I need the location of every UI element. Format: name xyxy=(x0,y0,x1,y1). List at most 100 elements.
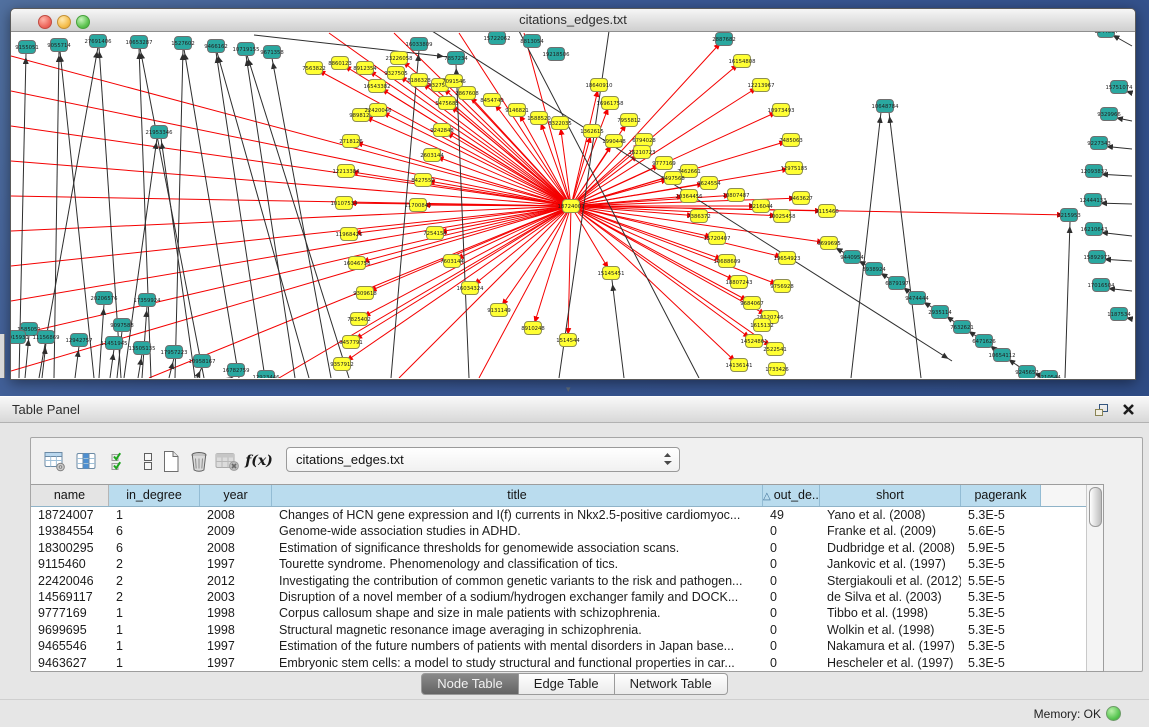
graph-node[interactable]: 21953346 xyxy=(146,126,174,139)
graph-node[interactable]: 16034324 xyxy=(457,282,485,295)
graph-node[interactable]: 23226058 xyxy=(386,52,414,65)
graph-node[interactable]: 6497568 xyxy=(661,172,685,185)
graph-node[interactable]: 9329966 xyxy=(1097,108,1121,121)
graph-node[interactable]: 12444133 xyxy=(1080,194,1107,207)
graph-node[interactable]: 7825402 xyxy=(347,313,371,326)
tab-network-table[interactable]: Network Table xyxy=(615,673,728,695)
table-row[interactable]: 946554611997Estimation of the future num… xyxy=(31,638,1087,654)
graph-node[interactable]: 7091546 xyxy=(442,75,466,88)
graph-node[interactable]: 9155051 xyxy=(15,41,39,54)
graph-node[interactable]: 6216044 xyxy=(749,200,773,213)
graph-node[interactable]: 9242848 xyxy=(430,124,454,137)
graph-node[interactable]: 10719155 xyxy=(233,43,260,56)
graph-node[interactable]: 8215953 xyxy=(1057,209,1081,222)
delete-column-icon[interactable] xyxy=(213,448,241,474)
graph-node[interactable]: 17016504 xyxy=(1088,279,1116,292)
float-panel-icon[interactable] xyxy=(1094,403,1109,422)
graph-node[interactable]: 16154808 xyxy=(729,55,757,68)
graph-node[interactable]: 16961758 xyxy=(597,97,625,110)
citation-network-graph[interactable]: 9155051905571427691406106532871527602946… xyxy=(11,32,1133,378)
graph-node[interactable]: 12093832 xyxy=(1081,165,1108,178)
network-canvas[interactable]: 9155051905571427691406106532871527602946… xyxy=(11,32,1133,378)
graph-node[interactable]: 13505135 xyxy=(129,342,156,355)
graph-node[interactable]: 8322035 xyxy=(548,117,572,130)
graph-node[interactable]: 2603144 xyxy=(420,149,444,162)
graph-node[interactable]: 11451945 xyxy=(101,337,128,350)
graph-node[interactable]: 1527602 xyxy=(171,37,195,50)
tab-edge-table[interactable]: Edge Table xyxy=(519,673,615,695)
graph-node[interactable]: 1514544 xyxy=(556,334,580,347)
graph-node[interactable]: 9115460 xyxy=(815,205,839,218)
graph-node[interactable]: 9227343 xyxy=(1087,137,1111,150)
graph-node[interactable]: 10688609 xyxy=(714,255,741,268)
graph-node[interactable]: 12923446 xyxy=(253,371,281,379)
graph-node[interactable]: 10107534 xyxy=(331,197,359,210)
column-header-name[interactable]: name xyxy=(31,485,109,506)
graph-node[interactable]: 3624554 xyxy=(697,177,721,190)
graph-node[interactable]: 9463627 xyxy=(789,192,813,205)
graph-node[interactable]: 10654112 xyxy=(989,349,1016,362)
graph-node[interactable]: 9699695 xyxy=(817,237,841,250)
function-builder-icon[interactable]: f(x) xyxy=(245,448,273,474)
graph-node[interactable]: 2887682 xyxy=(712,33,736,46)
graph-node[interactable]: 16782759 xyxy=(223,364,250,377)
splitter-handle-icon[interactable]: ▾ xyxy=(566,384,571,395)
graph-node[interactable]: 1990448 xyxy=(602,135,626,148)
graph-node[interactable]: 8860123 xyxy=(328,57,352,70)
graph-node[interactable]: 8912354 xyxy=(353,62,377,75)
graph-node[interactable]: 1187534 xyxy=(1107,308,1131,321)
graph-node[interactable]: 2718126 xyxy=(339,135,363,148)
table-row[interactable]: 1830029562008Estimation of significance … xyxy=(31,540,1087,556)
graph-node[interactable]: 1362615 xyxy=(580,125,604,138)
graph-node[interactable]: 15722062 xyxy=(484,32,511,45)
graph-node[interactable]: 8427552 xyxy=(411,174,435,187)
graph-node[interactable]: 16046758 xyxy=(344,257,372,270)
graph-node[interactable]: 7955812 xyxy=(617,114,641,127)
table-row[interactable]: 969969511998Structural magnetic resonanc… xyxy=(31,622,1087,638)
graph-node[interactable]: 2935114 xyxy=(928,306,952,319)
graph-node[interactable]: 10653287 xyxy=(126,36,153,49)
table-row[interactable]: 946362711997Embryonic stem cells: a mode… xyxy=(31,655,1087,671)
graph-node[interactable]: 20206576 xyxy=(91,292,119,305)
graph-node[interactable]: 6210544 xyxy=(1037,371,1061,379)
graph-node[interactable]: 7603144 xyxy=(440,255,464,268)
graph-node[interactable]: 7857234 xyxy=(444,52,468,65)
graph-node[interactable]: 17359924 xyxy=(134,294,162,307)
graph-node[interactable]: 16210723 xyxy=(629,146,656,159)
graph-node[interactable]: 6471626 xyxy=(972,335,996,348)
graph-node[interactable]: 7386372 xyxy=(687,210,711,223)
graph-node[interactable]: 9440954 xyxy=(840,251,864,264)
table-row[interactable]: 977716911998Corpus callosum shape and si… xyxy=(31,605,1087,621)
graph-node[interactable]: 17957223 xyxy=(161,346,188,359)
column-header-in_degree[interactable]: in_degree xyxy=(109,485,200,506)
graph-node[interactable]: 9131149 xyxy=(487,304,511,317)
graph-node[interactable]: 14136141 xyxy=(726,359,753,372)
table-row[interactable]: 1938455462009Genome-wide association stu… xyxy=(31,523,1087,539)
graph-node[interactable]: 6879197 xyxy=(885,277,909,290)
graph-node[interactable]: 9777169 xyxy=(652,157,676,170)
table-row[interactable]: 1456911722003Disruption of a novel membe… xyxy=(31,589,1087,605)
graph-node[interactable]: 15892971 xyxy=(1084,251,1111,264)
graph-node[interactable]: 16543382 xyxy=(364,80,391,93)
graph-node[interactable]: 2867608 xyxy=(455,87,479,100)
graph-node[interactable]: 9245652 xyxy=(1015,366,1039,379)
graph-node[interactable]: 19218506 xyxy=(543,48,571,61)
graph-node[interactable]: 9457791 xyxy=(339,336,363,349)
scrollbar-thumb[interactable] xyxy=(1089,487,1102,527)
graph-node[interactable]: 16210643 xyxy=(1081,223,1108,236)
graph-node[interactable]: 8454749 xyxy=(480,94,504,107)
new-table-icon[interactable] xyxy=(157,448,185,474)
delete-table-icon[interactable] xyxy=(185,448,213,474)
column-header-out_de[interactable]: △out_de... xyxy=(763,485,820,506)
graph-node[interactable]: 2522541 xyxy=(763,343,787,356)
graph-node[interactable]: 8813054 xyxy=(520,35,544,48)
graph-node[interactable]: 9146821 xyxy=(505,104,529,117)
graph-node[interactable]: 27691406 xyxy=(85,35,113,48)
graph-node[interactable]: 9474444 xyxy=(905,292,929,305)
graph-node[interactable]: 15145451 xyxy=(598,267,625,280)
graph-node[interactable]: 11700845 xyxy=(405,199,432,212)
graph-node[interactable]: 9309618 xyxy=(353,287,377,300)
table-row[interactable]: 1872400712008Changes of HCN gene express… xyxy=(31,507,1087,523)
table-row[interactable]: 911546021997Tourette syndrome. Phenomeno… xyxy=(31,556,1087,572)
table-options-icon[interactable] xyxy=(41,448,69,474)
